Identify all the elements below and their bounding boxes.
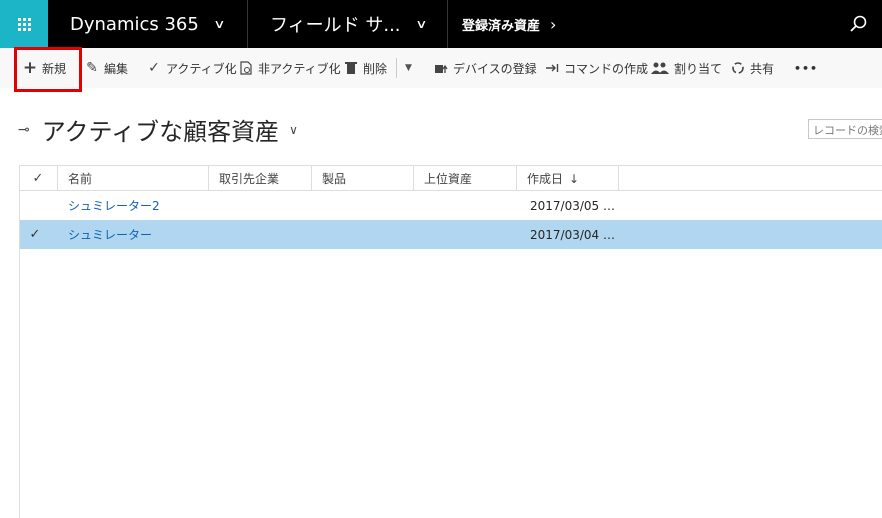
arrow-right-bar-icon <box>544 60 560 76</box>
chevron-down-icon: ∨ <box>414 17 428 31</box>
grid-header: ✓ 名前 取引先企業 製品 上位資産 作成日 ↓ <box>20 166 882 191</box>
create-command-button[interactable]: コマンドの作成 <box>544 48 648 88</box>
people-icon <box>650 60 670 76</box>
column-label: 名前 <box>68 172 93 186</box>
column-header-parent-asset[interactable]: 上位資産 <box>413 166 516 191</box>
edit-label: 編集 <box>104 61 129 76</box>
share-label: 共有 <box>750 61 775 76</box>
chevron-down-icon: ∨ <box>289 122 298 137</box>
pin-icon[interactable]: ⊸ <box>18 122 30 138</box>
row-name-link[interactable]: シュミレーター <box>68 220 152 249</box>
top-nav-bar: Dynamics 365 ∨ フィールド サ... ∨ 登録済み資産 › <box>0 0 882 48</box>
assign-button[interactable]: 割り当て <box>650 48 722 88</box>
new-button-highlight <box>14 47 82 92</box>
records-grid: ✓ 名前 取引先企業 製品 上位資産 作成日 ↓ シュミレーター2 2017/0… <box>19 165 882 518</box>
app-launcher-button[interactable] <box>0 0 48 48</box>
edit-button[interactable]: ✎ 編集 <box>84 48 128 88</box>
document-block-icon <box>238 60 254 76</box>
column-header-account[interactable]: 取引先企業 <box>208 166 311 191</box>
row-checkmark-icon[interactable]: ✓ <box>20 220 50 249</box>
sort-descending-icon: ↓ <box>569 171 580 186</box>
column-label: 上位資産 <box>424 172 473 186</box>
more-commands-button[interactable]: ••• <box>794 48 818 88</box>
caret-down-icon: ▼ <box>405 63 412 73</box>
app-switcher[interactable]: Dynamics 365 ∨ <box>48 0 248 48</box>
delete-dropdown-button[interactable]: ▼ <box>396 58 412 78</box>
row-created-on: 2017/03/05 … <box>530 198 615 213</box>
pencil-icon: ✎ <box>86 60 98 76</box>
breadcrumb-label: 登録済み資産 <box>462 18 541 34</box>
waffle-icon <box>17 17 31 31</box>
row-created-on: 2017/03/04 … <box>530 227 615 242</box>
chevron-down-icon: ∨ <box>213 17 226 31</box>
share-icon <box>730 60 746 76</box>
record-search-input[interactable]: レコードの検索 <box>808 119 882 139</box>
column-header-created-on[interactable]: 作成日 ↓ <box>516 166 618 191</box>
register-devices-button[interactable]: デバイスの登録 <box>433 48 537 88</box>
table-row-selected[interactable]: ✓ シュミレーター 2017/03/04 … <box>20 220 882 249</box>
assign-label: 割り当て <box>674 61 723 76</box>
checkmark-icon: ✓ <box>148 60 160 76</box>
row-name-link[interactable]: シュミレーター2 <box>68 191 160 220</box>
more-icon: ••• <box>794 61 819 75</box>
column-label: 作成日 <box>527 172 564 186</box>
activate-label: アクティブ化 <box>166 61 237 76</box>
view-selector[interactable]: ⊸ アクティブな顧客資産 ∨ <box>18 112 298 147</box>
delete-button[interactable]: 削除 <box>343 48 387 88</box>
deactivate-label: 非アクティブ化 <box>258 61 341 76</box>
column-label: 取引先企業 <box>219 172 280 186</box>
page-title: アクティブな顧客資産 <box>41 118 280 146</box>
column-header-name[interactable]: 名前 <box>57 166 207 191</box>
delete-label: 削除 <box>363 61 388 76</box>
table-row[interactable]: シュミレーター2 2017/03/05 … <box>20 191 882 220</box>
breadcrumb[interactable]: 登録済み資産 › <box>448 0 556 48</box>
select-all-checkbox[interactable]: ✓ <box>20 166 56 191</box>
area-switcher[interactable]: フィールド サ... ∨ <box>248 0 448 48</box>
column-separator <box>618 166 629 191</box>
create-command-label: コマンドの作成 <box>564 61 649 76</box>
search-icon[interactable] <box>848 14 868 34</box>
trash-icon <box>343 60 359 76</box>
column-label: 製品 <box>322 172 347 186</box>
column-header-product[interactable]: 製品 <box>311 166 413 191</box>
deactivate-button[interactable]: 非アクティブ化 <box>238 48 341 88</box>
app-name: Dynamics 365 <box>70 13 199 35</box>
chevron-right-icon: › <box>550 14 557 34</box>
command-bar: + 新規 ✎ 編集 ✓ アクティブ化 非アクティブ化 削除 ▼ デバイスの登録 … <box>0 48 882 88</box>
register-devices-label: デバイスの登録 <box>453 61 537 76</box>
share-button[interactable]: 共有 <box>730 48 774 88</box>
area-name: フィールド サ... <box>270 15 401 36</box>
device-register-icon <box>433 60 449 76</box>
activate-button[interactable]: ✓ アクティブ化 <box>146 48 237 88</box>
